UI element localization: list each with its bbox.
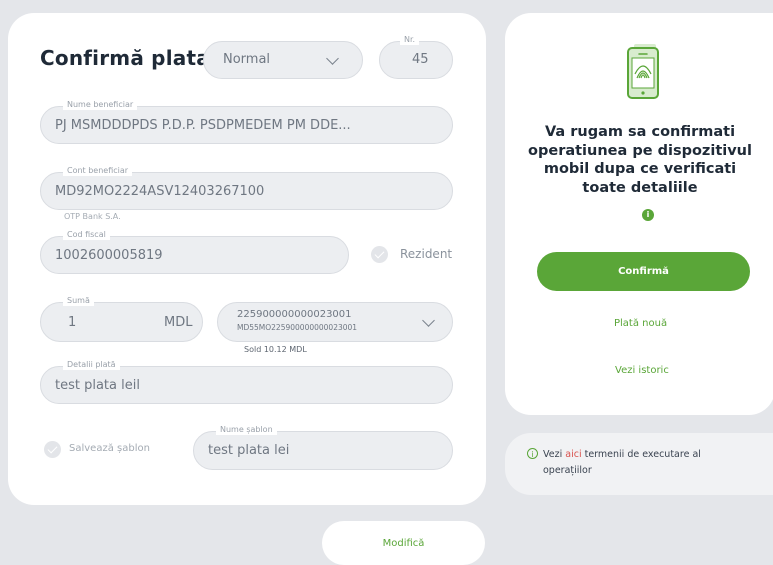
confirm-button[interactable]: Confirmă — [537, 252, 750, 291]
fiscal-code-label: Cod fiscal — [63, 229, 110, 240]
resident-label: Rezident — [400, 247, 453, 261]
source-account-select[interactable]: 225900000000023001 MD55MO225900000000023… — [217, 302, 453, 342]
amount-label: Sumă — [63, 295, 94, 306]
account-balance: Sold 10.12 MDL — [244, 345, 307, 354]
info-circle-icon: i — [527, 448, 538, 459]
amount-value: 1 — [68, 315, 77, 330]
payment-type-value: Normal — [223, 52, 271, 67]
save-template-checkbox[interactable] — [44, 441, 61, 458]
payment-type-select[interactable]: Normal — [203, 41, 363, 79]
source-account-iban: MD55MO225900000000023001 — [237, 323, 358, 332]
beneficiary-name-value: PJ MSMDDDPDS P.D.P. PSDPMEDEM PM DDE... — [55, 118, 351, 133]
new-payment-link[interactable]: Plată nouă — [614, 318, 667, 329]
nr-label: Nr. — [400, 34, 420, 45]
template-name-value: test plata lei — [208, 443, 290, 458]
document-number-field[interactable]: Nr. 45 — [379, 34, 453, 79]
chevron-down-icon — [422, 314, 435, 327]
payment-details-label: Detalii plată — [63, 359, 120, 370]
beneficiary-account-value: MD92MO2224ASV12403267100 — [55, 184, 265, 199]
modify-button-label: Modifică — [382, 538, 425, 549]
confirmation-message: Va rugam sa confirmati operatiunea pe di… — [528, 124, 752, 196]
beneficiary-account-field[interactable]: Cont beneficiar MD92MO2224ASV12403267100 — [40, 165, 453, 210]
payment-details-value: test plata leil — [55, 378, 140, 393]
modify-button[interactable]: Modifică — [322, 521, 485, 565]
source-account-number: 225900000000023001 — [237, 309, 352, 320]
amount-field[interactable]: Sumă 1 MDL — [40, 295, 203, 342]
resident-checkbox[interactable] — [371, 246, 388, 263]
terms-text: Vezi aici termenii de executare al opera… — [543, 447, 743, 479]
fiscal-code-field[interactable]: Cod fiscal 1002600005819 — [40, 229, 349, 274]
chevron-down-icon — [326, 52, 339, 65]
save-template-label: Salvează șablon — [69, 443, 150, 454]
nr-value: 45 — [412, 52, 429, 67]
history-link[interactable]: Vezi istoric — [615, 365, 669, 376]
terms-prefix: Vezi — [543, 449, 566, 460]
template-name-field[interactable]: Nume șablon test plata lei — [193, 424, 453, 470]
bank-name: OTP Bank S.A. — [64, 212, 121, 221]
page-title: Confirmă plata — [40, 46, 210, 70]
info-icon[interactable]: i — [642, 209, 654, 221]
currency-value: MDL — [164, 315, 193, 330]
template-name-label: Nume șablon — [216, 424, 277, 435]
beneficiary-name-label: Nume beneficiar — [63, 99, 138, 110]
beneficiary-name-field[interactable]: Nume beneficiar PJ MSMDDDPDS P.D.P. PSDP… — [40, 99, 453, 144]
fiscal-code-value: 1002600005819 — [55, 248, 163, 263]
mobile-fingerprint-icon — [627, 44, 659, 99]
payment-details-field[interactable]: Detalii plată test plata leil — [40, 359, 453, 404]
beneficiary-account-label: Cont beneficiar — [63, 165, 133, 176]
terms-link[interactable]: aici — [565, 449, 581, 460]
